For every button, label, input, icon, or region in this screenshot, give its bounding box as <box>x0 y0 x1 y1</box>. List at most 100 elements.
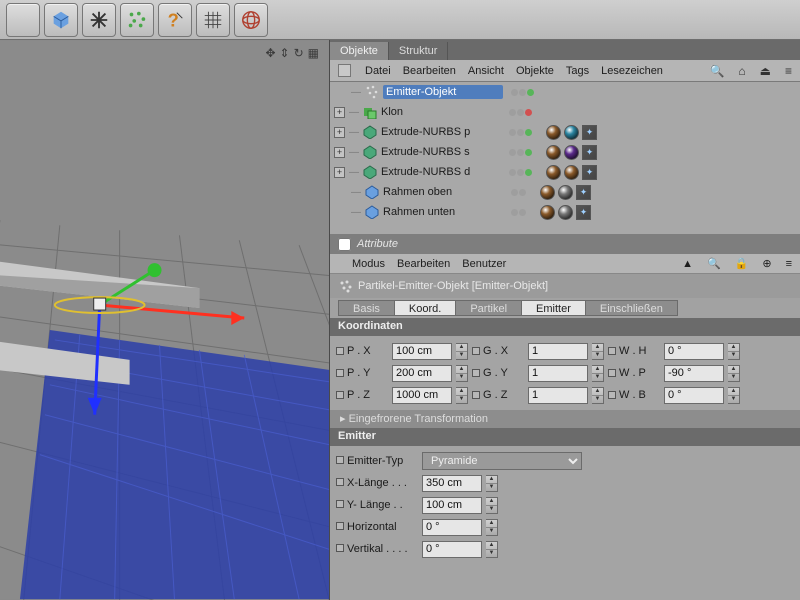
spinner[interactable]: ▲▼ <box>728 343 740 360</box>
subtab-basis[interactable]: Basis <box>338 300 395 316</box>
spinner[interactable]: ▲▼ <box>592 387 604 404</box>
expand-toggle[interactable]: + <box>334 167 345 178</box>
expand-toggle[interactable]: + <box>334 127 345 138</box>
visibility-dot[interactable] <box>517 109 524 116</box>
viewport-nav-icons[interactable]: ✥ ⇕ ↻ ▦ <box>265 46 319 60</box>
attr-menu-bearbeiten[interactable]: Bearbeiten <box>397 258 450 270</box>
visibility-dot[interactable] <box>509 149 516 156</box>
attribute-lock-check[interactable] <box>338 238 351 251</box>
visibility-dot[interactable] <box>509 129 516 136</box>
spinner[interactable]: ▲▼ <box>456 343 468 360</box>
spinner[interactable]: ▲▼ <box>456 365 468 382</box>
coord-input[interactable] <box>664 387 724 404</box>
visibility-dot[interactable] <box>511 209 518 216</box>
rotate-viewport-icon[interactable]: ↻ <box>294 46 304 60</box>
object-label[interactable]: Rahmen unten <box>383 206 503 218</box>
visibility-dot[interactable] <box>511 189 518 196</box>
attr-menu-modus[interactable]: Modus <box>352 258 385 270</box>
tab-struktur[interactable]: Struktur <box>389 42 449 60</box>
menu-objekte[interactable]: Objekte <box>516 65 554 77</box>
material-tag[interactable] <box>558 185 573 200</box>
visibility-dot[interactable] <box>525 169 532 176</box>
expand-toggle[interactable]: + <box>334 107 345 118</box>
tree-row[interactable]: +—Extrude-NURBS s✦ <box>330 142 800 162</box>
visibility-dot[interactable] <box>517 169 524 176</box>
subtab-koord[interactable]: Koord. <box>394 300 456 316</box>
coord-input[interactable] <box>528 387 588 404</box>
attr-menu-benutzer[interactable]: Benutzer <box>462 258 506 270</box>
viewport-3d[interactable]: ✥ ⇕ ↻ ▦ <box>0 40 330 600</box>
coord-input[interactable] <box>528 343 588 360</box>
menu-datei[interactable]: Datei <box>365 65 391 77</box>
menu-lesezeichen[interactable]: Lesezeichen <box>601 65 663 77</box>
object-label[interactable]: Rahmen oben <box>383 186 503 198</box>
nav-up-icon[interactable]: ▲ <box>682 258 693 270</box>
spinner[interactable]: ▲▼ <box>486 497 498 514</box>
tree-row[interactable]: +—Klon <box>330 102 800 122</box>
material-tag[interactable] <box>558 205 573 220</box>
coord-input[interactable] <box>528 365 588 382</box>
visibility-dot[interactable] <box>519 189 526 196</box>
tool-globe[interactable] <box>234 3 268 37</box>
tool-deformer[interactable] <box>6 3 40 37</box>
tree-row[interactable]: —Rahmen unten✦ <box>330 202 800 222</box>
visibility-dot[interactable] <box>509 169 516 176</box>
emitter-input[interactable] <box>422 541 482 558</box>
visibility-dot[interactable] <box>517 129 524 136</box>
material-tag[interactable] <box>546 145 561 160</box>
coord-input[interactable] <box>392 387 452 404</box>
search-icon[interactable]: 🔍 <box>709 64 724 78</box>
object-label[interactable]: Klon <box>381 106 501 118</box>
spinner[interactable]: ▲▼ <box>728 365 740 382</box>
zoom-viewport-icon[interactable]: ⇕ <box>280 46 290 60</box>
visibility-dot[interactable] <box>527 89 534 96</box>
tool-primitive[interactable] <box>44 3 78 37</box>
frozen-transform-row[interactable]: ▸ Eingefrorene Transformation <box>330 410 800 428</box>
object-label[interactable]: Extrude-NURBS s <box>381 146 501 158</box>
tree-row[interactable]: +—Extrude-NURBS d✦ <box>330 162 800 182</box>
material-tag[interactable] <box>540 205 555 220</box>
menu-bearbeiten[interactable]: Bearbeiten <box>403 65 456 77</box>
pin-icon[interactable]: ⊕ <box>762 257 771 270</box>
coord-input[interactable] <box>664 365 724 382</box>
tool-particles[interactable] <box>120 3 154 37</box>
spinner[interactable]: ▲▼ <box>486 541 498 558</box>
lock-icon[interactable]: 🔒 <box>735 257 749 270</box>
visibility-dot[interactable] <box>525 109 532 116</box>
compositing-tag[interactable]: ✦ <box>576 185 591 200</box>
tree-row[interactable]: +—Extrude-NURBS p✦ <box>330 122 800 142</box>
tree-row[interactable]: —Rahmen oben✦ <box>330 182 800 202</box>
spinner[interactable]: ▲▼ <box>592 343 604 360</box>
tool-grid[interactable] <box>196 3 230 37</box>
visibility-dot[interactable] <box>511 89 518 96</box>
search2-icon[interactable]: 🔍 <box>707 257 721 270</box>
compositing-tag[interactable]: ✦ <box>582 165 597 180</box>
compositing-tag[interactable]: ✦ <box>576 205 591 220</box>
material-tag[interactable] <box>564 125 579 140</box>
material-tag[interactable] <box>564 165 579 180</box>
subtab-partikel[interactable]: Partikel <box>455 300 522 316</box>
coord-input[interactable] <box>392 365 452 382</box>
compositing-tag[interactable]: ✦ <box>582 145 597 160</box>
emitter-type-select[interactable]: Pyramide <box>422 452 582 470</box>
menu-ansicht[interactable]: Ansicht <box>468 65 504 77</box>
object-label[interactable]: Extrude-NURBS d <box>381 166 501 178</box>
object-tree[interactable]: —Emitter-Objekt+—Klon+—Extrude-NURBS p✦+… <box>330 82 800 234</box>
tree-row[interactable]: —Emitter-Objekt <box>330 82 800 102</box>
subtab-einschließen[interactable]: Einschließen <box>585 300 678 316</box>
spinner[interactable]: ▲▼ <box>456 387 468 404</box>
spinner[interactable]: ▲▼ <box>728 387 740 404</box>
visibility-dot[interactable] <box>519 209 526 216</box>
spinner[interactable]: ▲▼ <box>486 519 498 536</box>
move-viewport-icon[interactable]: ✥ <box>265 46 275 60</box>
visibility-dot[interactable] <box>525 149 532 156</box>
subtab-emitter[interactable]: Emitter <box>521 300 586 316</box>
up-icon[interactable]: ⏏ <box>760 64 771 78</box>
tab-objekte[interactable]: Objekte <box>330 42 389 60</box>
menu-icon[interactable]: ≡ <box>785 64 792 78</box>
visibility-dot[interactable] <box>517 149 524 156</box>
tool-help[interactable]: ? <box>158 3 192 37</box>
visibility-dot[interactable] <box>519 89 526 96</box>
tool-expand[interactable] <box>82 3 116 37</box>
menu-tags[interactable]: Tags <box>566 65 589 77</box>
